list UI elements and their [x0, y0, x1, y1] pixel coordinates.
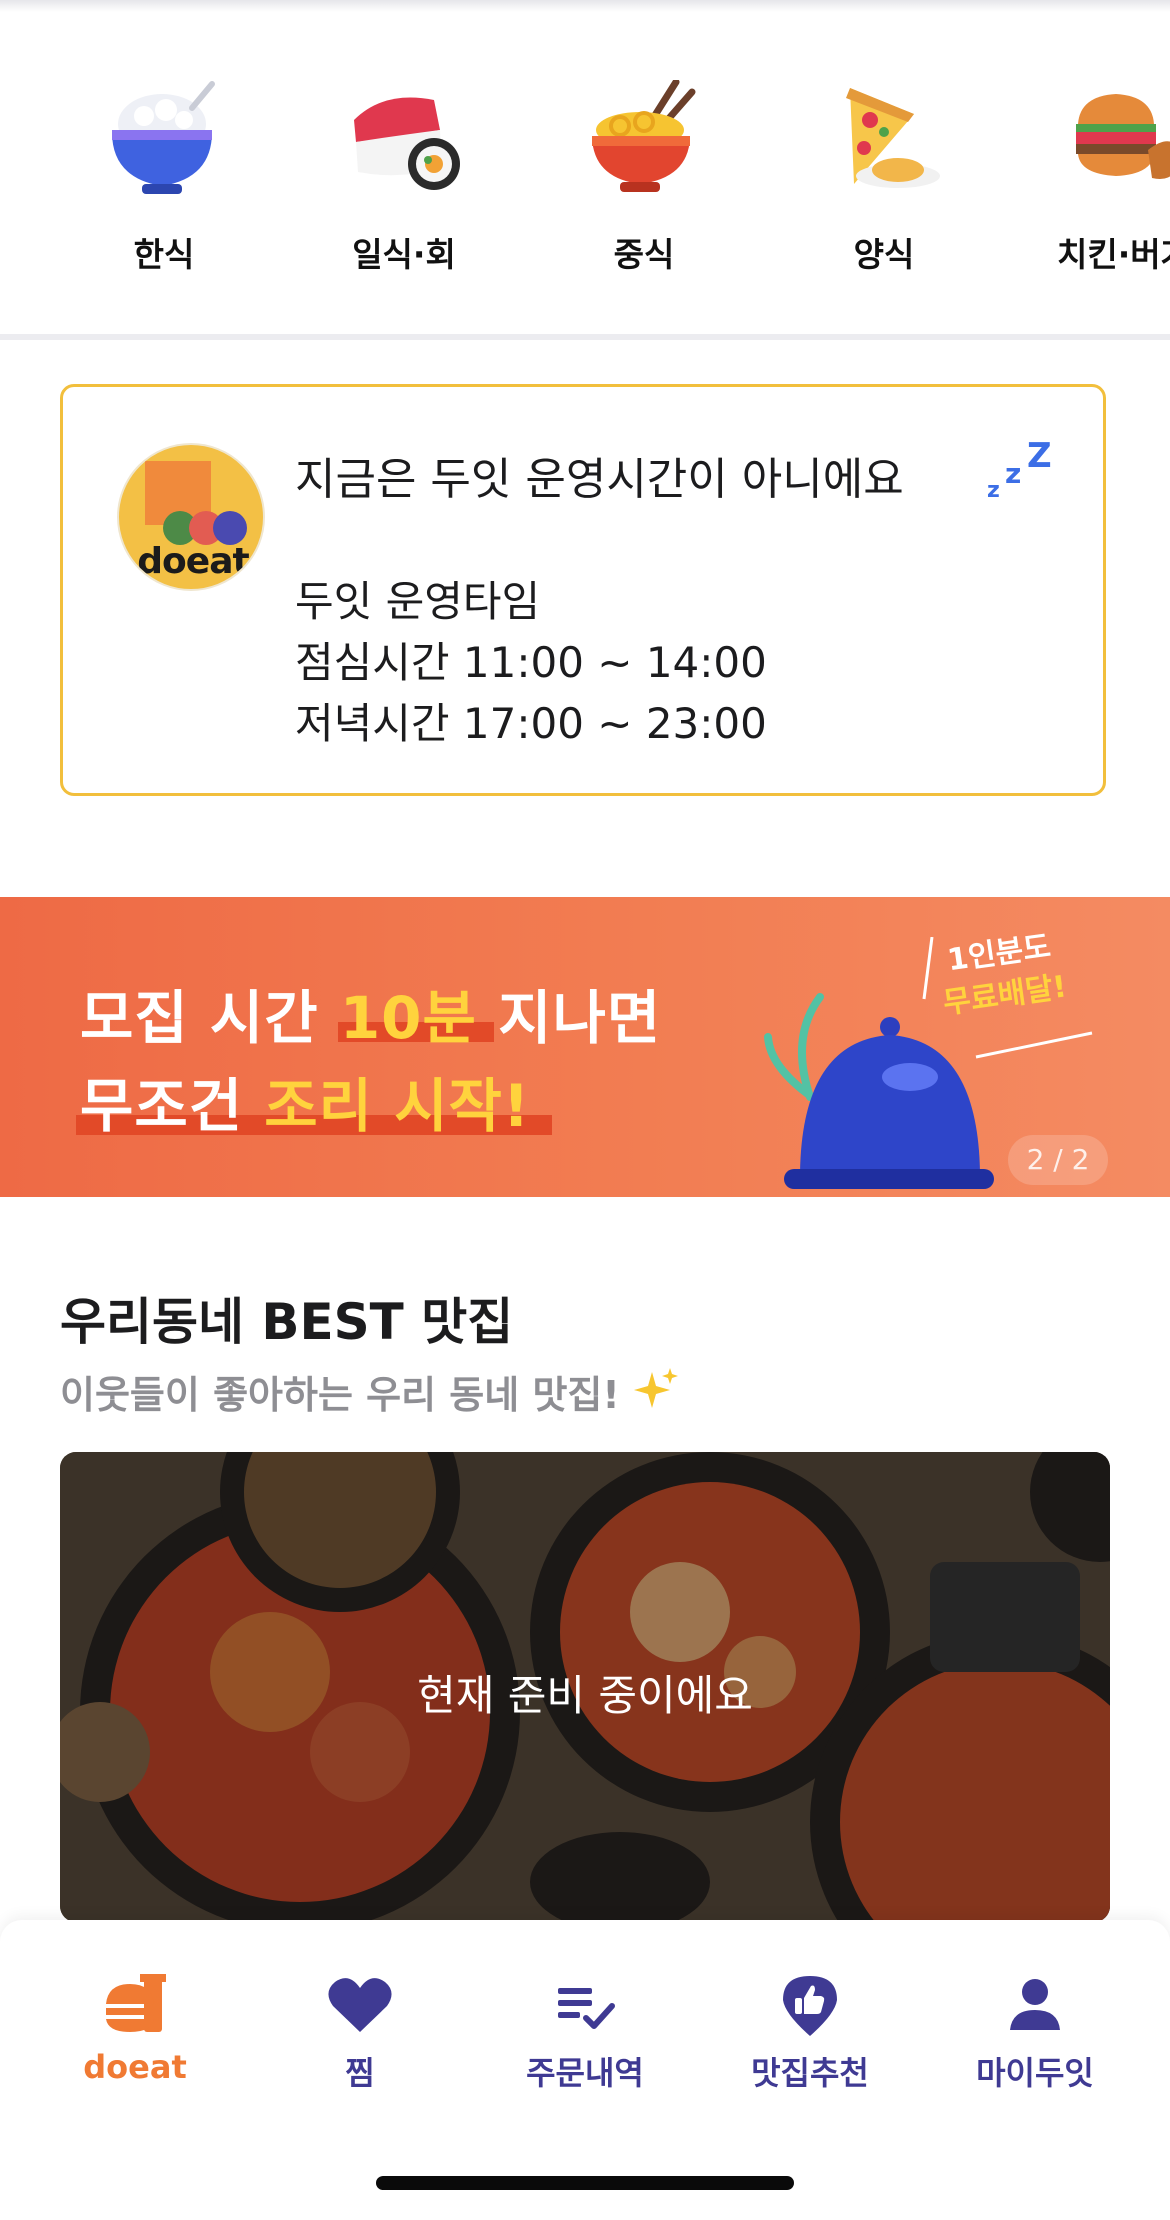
dinner-hours: 저녁시간 17:00 ~ 23:00 — [295, 699, 767, 748]
category-label: 치킨·버거 — [1057, 235, 1170, 274]
sparkles-icon — [632, 1366, 682, 1416]
card-status-text: 현재 준비 중이에요 — [417, 1671, 753, 1720]
person-icon — [1000, 1970, 1070, 2040]
tab-label: doeat — [83, 2048, 187, 2086]
tab-doeat[interactable]: doeat — [25, 1970, 245, 2086]
category-row[interactable]: 한식 일식·회 중식 양식 치킨·버 — [0, 78, 1170, 300]
restaurant-card[interactable]: 현재 준비 중이에요 — [60, 1452, 1110, 1922]
section-divider — [0, 334, 1170, 340]
tab-label: 주문내역 — [526, 2054, 644, 2092]
notice-title: 지금은 두잇 운영시간이 아니에요 — [295, 454, 904, 505]
logo-wordmark: doeat — [137, 541, 249, 582]
category-label: 중식 — [613, 235, 675, 274]
category-chinese[interactable]: 중식 — [544, 78, 744, 276]
doeat-home-icon — [100, 1970, 170, 2040]
hours-heading: 두잇 운영타임 — [295, 577, 541, 626]
tab-label: 찜 — [345, 2054, 375, 2092]
thumbs-up-pin-icon — [775, 1970, 845, 2040]
best-section-subtitle: 이웃들이 좋아하는 우리 동네 맛집! — [60, 1373, 620, 1417]
noodle-bowl-icon — [584, 78, 704, 200]
svg-text:Z: Z — [1027, 441, 1052, 476]
closed-hours-notice: doeat 지금은 두잇 운영시간이 아니에요 z z Z 두잇 운영타임 점심… — [60, 384, 1106, 796]
banner-line-2: 무조건 조리 시작! — [80, 1072, 531, 1140]
category-label: 한식 — [133, 235, 195, 274]
top-shadow — [0, 0, 1170, 12]
rice-bowl-icon — [104, 80, 224, 200]
svg-text:z: z — [987, 478, 1000, 501]
cloche-dome-icon — [750, 977, 1000, 1197]
tab-my-doeat[interactable]: 마이두잇 — [925, 1970, 1145, 2094]
category-label: 양식 — [853, 235, 915, 274]
home-indicator — [376, 2176, 794, 2190]
banner-pager: 2 / 2 — [1008, 1135, 1108, 1185]
tab-label: 마이두잇 — [976, 2054, 1094, 2092]
category-korean[interactable]: 한식 — [64, 80, 264, 276]
best-section-title: 우리동네 BEST 맛집 — [60, 1293, 514, 1351]
burger-chicken-icon — [1064, 80, 1170, 200]
promo-banner[interactable]: 모집 시간 10분 지나면 무조건 조리 시작! 1인분도 무료배달! 2 / … — [0, 897, 1170, 1197]
lunch-hours: 점심시간 11:00 ~ 14:00 — [295, 638, 767, 687]
category-western[interactable]: 양식 — [784, 80, 984, 276]
tab-favorites[interactable]: 찜 — [250, 1970, 470, 2094]
order-list-icon — [550, 1970, 620, 2040]
category-chicken-burger[interactable]: 치킨·버거 — [1024, 80, 1170, 276]
tab-order-history[interactable]: 주문내역 — [475, 1970, 695, 2094]
heart-icon — [325, 1970, 395, 2040]
sushi-icon — [344, 80, 464, 200]
operating-hours: 두잇 운영타임 점심시간 11:00 ~ 14:00 저녁시간 17:00 ~ … — [295, 571, 767, 754]
bottom-tab-bar: doeat 찜 주문내역 맛집추천 마이두잇 — [0, 1920, 1170, 2220]
tab-label: 맛집추천 — [751, 2054, 869, 2092]
pizza-icon — [824, 80, 944, 200]
sleep-zzz-icon: z z Z — [985, 436, 1065, 503]
doeat-logo: doeat — [117, 443, 265, 591]
svg-text:z: z — [1005, 457, 1021, 490]
category-japanese[interactable]: 일식·회 — [304, 80, 504, 276]
banner-line-1: 모집 시간 10분 지나면 — [80, 984, 662, 1052]
category-label: 일식·회 — [352, 235, 456, 274]
tab-recommend[interactable]: 맛집추천 — [700, 1970, 920, 2094]
